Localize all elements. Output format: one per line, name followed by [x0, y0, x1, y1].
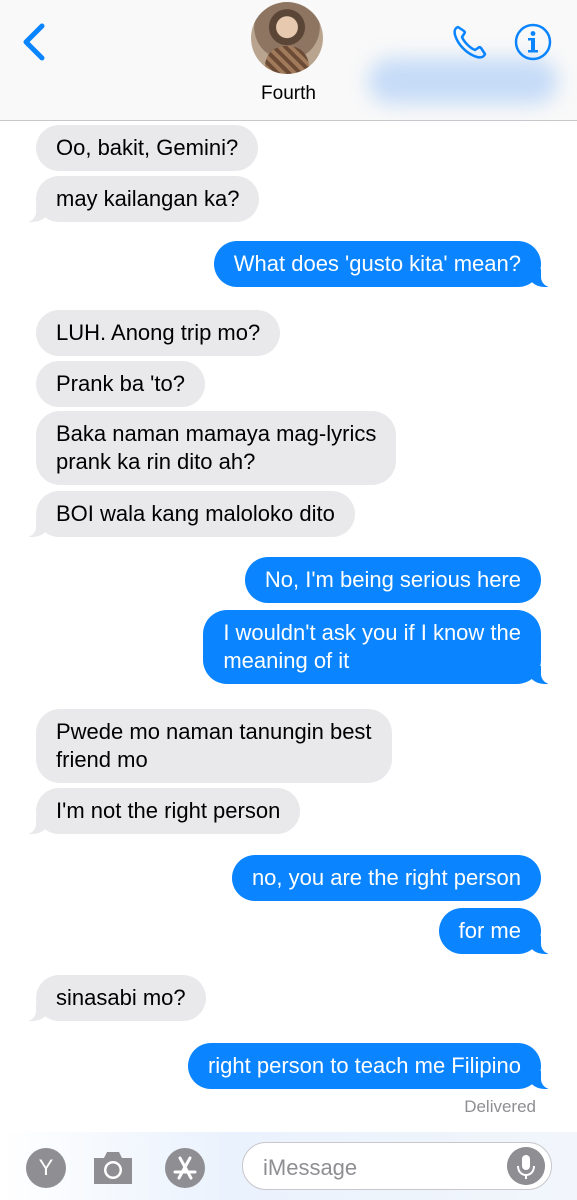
- app-store-icon[interactable]: [163, 1146, 207, 1190]
- sent-message[interactable]: I wouldn't ask you if I know the meaning…: [203, 610, 555, 684]
- received-message[interactable]: I'm not the right person: [21, 788, 301, 834]
- phone-icon[interactable]: [450, 22, 490, 62]
- received-message[interactable]: Oo, bakit, Gemini?: [36, 125, 259, 171]
- info-icon[interactable]: [513, 22, 553, 62]
- camera-icon[interactable]: [90, 1146, 136, 1188]
- back-chevron-icon[interactable]: [18, 22, 52, 62]
- app-drawer-button[interactable]: Y: [26, 1148, 66, 1188]
- sent-message[interactable]: for me: [438, 908, 556, 954]
- sent-message[interactable]: What does 'gusto kita' mean?: [213, 241, 556, 287]
- delivered-status: Delivered: [464, 1097, 536, 1116]
- microphone-icon[interactable]: [507, 1147, 545, 1185]
- sent-message[interactable]: No, I'm being serious here: [244, 557, 541, 603]
- received-message[interactable]: Pwede mo naman tanungin best friend mo: [36, 709, 392, 783]
- contact-avatar[interactable]: [251, 2, 323, 74]
- received-message[interactable]: sinasabi mo?: [22, 975, 206, 1021]
- message-input[interactable]: iMessage: [242, 1142, 552, 1190]
- blurred-region: [368, 58, 558, 104]
- conversation-header: Fourth: [0, 0, 577, 121]
- received-message[interactable]: BOI wala kang maloloko dito: [22, 491, 355, 537]
- sent-message[interactable]: no, you are the right person: [231, 855, 541, 901]
- message-input-placeholder: iMessage: [263, 1155, 358, 1180]
- sent-message[interactable]: right person to teach me Filipino: [187, 1043, 556, 1089]
- received-message[interactable]: LUH. Anong trip mo?: [36, 310, 281, 356]
- received-message[interactable]: Prank ba 'to?: [36, 361, 205, 407]
- received-message[interactable]: Baka naman mamaya mag-lyrics prank ka ri…: [36, 411, 397, 485]
- received-message[interactable]: may kailangan ka?: [21, 176, 260, 222]
